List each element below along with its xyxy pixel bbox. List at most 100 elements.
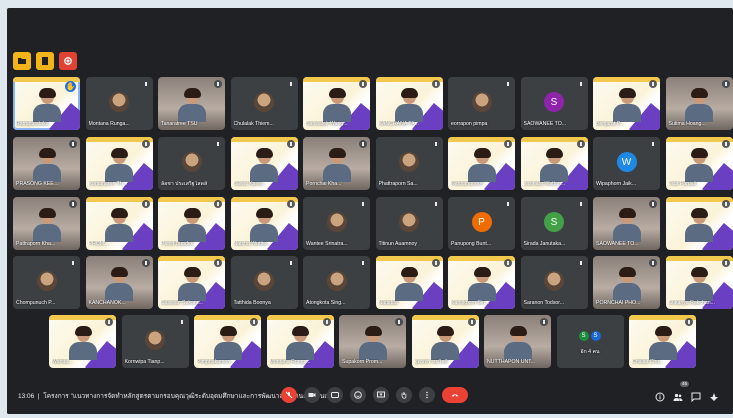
participant-video <box>105 267 133 303</box>
mic-muted-icon <box>685 318 693 326</box>
mic-off-icon[interactable] <box>281 387 297 403</box>
participant-video <box>685 148 713 184</box>
participant-video <box>467 267 496 303</box>
participant-tile[interactable]: KANCHANOK... <box>85 256 153 309</box>
meeting-window: ✋ Ratrabarstaka Montana Runga... Tanaratree… <box>7 8 733 414</box>
folder-icon[interactable] <box>13 52 31 70</box>
participant-video <box>395 267 423 303</box>
participant-tile[interactable]: Phattraporn Sa... <box>375 137 443 190</box>
participant-tile[interactable]: Benjarat P... <box>593 77 660 130</box>
mic-muted-icon <box>540 318 548 326</box>
activities-icon[interactable] <box>709 389 719 401</box>
participant-tile[interactable]: Saowalak Wang... <box>303 77 370 130</box>
participant-tile[interactable]: eorrapon pimpa <box>448 77 515 130</box>
participant-tile[interactable]: PHOM... <box>85 197 153 250</box>
participant-name: Sawai Kaew... <box>233 181 267 187</box>
participant-tile[interactable]: อุดมพร สมใจดี <box>411 315 479 368</box>
chat-icon[interactable] <box>691 389 701 403</box>
participant-name: Chalita Chu... <box>632 359 664 365</box>
participant-tile[interactable]: Tida Paruati <box>665 137 733 190</box>
end-call-icon[interactable] <box>442 387 468 403</box>
participant-tile[interactable]: S SAOWANEE TO... <box>520 77 588 130</box>
participant-tile[interactable]: Montana Runga... <box>85 77 153 130</box>
emoji-icon[interactable] <box>350 387 366 403</box>
participant-tile[interactable]: Pimphakamon... <box>194 315 261 368</box>
participant-tile[interactable]: KANCHANA TA... <box>375 77 443 130</box>
mic-muted-icon <box>286 200 295 208</box>
participant-tile[interactable] <box>665 197 733 250</box>
participant-tile[interactable]: ล้อชา ประเสริฐโสดส์ <box>158 137 225 190</box>
participant-tile[interactable]: Sukanya Rakchan... <box>665 256 733 309</box>
participant-name: SAOWANEE TO... <box>523 121 567 127</box>
participant-tile[interactable]: Wantee Srinatra... <box>303 197 370 250</box>
present-icon[interactable] <box>373 387 389 403</box>
participant-tile[interactable]: Supakorn Prom... <box>339 315 406 368</box>
participant-name: Saranon Todsor... <box>523 300 565 306</box>
mic-muted-icon <box>576 200 585 208</box>
participant-tile[interactable]: Tatthida Boonya <box>230 256 298 309</box>
participant-name: Atongkota Sing... <box>306 300 346 306</box>
participant-tile[interactable]: Chulalak Thiem... <box>230 77 298 130</box>
participant-tile[interactable]: Sasiwan Sukara... <box>158 256 225 309</box>
more-options-icon[interactable] <box>419 387 435 403</box>
folder-icon[interactable] <box>36 52 54 70</box>
participant-tile[interactable]: ✋ Ratrabarstaka <box>13 77 80 130</box>
mic-muted-icon <box>431 259 440 267</box>
call-controls <box>281 387 468 403</box>
people-icon[interactable] <box>673 389 683 401</box>
mic-muted-icon <box>214 80 222 88</box>
mic-muted-icon <box>504 259 512 267</box>
participant-tile[interactable]: Kanokporn Sin... <box>448 256 515 309</box>
participant-tile[interactable]: W Wipaphorn Jaik... <box>593 137 660 190</box>
participant-tile[interactable]: Sutima Hoang... <box>665 77 733 130</box>
participant-tile[interactable]: Natcha Wuttiw... <box>230 197 298 250</box>
mic-muted-icon <box>467 318 476 326</box>
participant-tile[interactable]: Sawai Kaew... <box>230 137 298 190</box>
participant-tile[interactable]: Atongkota Sing... <box>303 256 370 309</box>
participant-tile[interactable]: sasinara Wattan... <box>520 137 588 190</box>
participant-tile[interactable]: Pornchai Kha... <box>303 137 370 190</box>
participant-tile[interactable]: Montana Rungs... <box>266 315 334 368</box>
mic-muted-icon <box>359 259 367 267</box>
participant-tile[interactable]: Chompunuch P... <box>13 256 80 309</box>
participant-tile[interactable]: Titinun Auamnoy <box>375 197 443 250</box>
participant-tile[interactable]: S S อีก 4 คน <box>556 315 624 368</box>
participant-video <box>503 326 532 362</box>
participant-tile[interactable]: Kantanaree Th... <box>85 137 153 190</box>
participant-tile[interactable]: PORNCHAI PHO... <box>593 256 660 309</box>
avatar <box>471 92 492 112</box>
participant-name: Kanokporn Sin... <box>451 300 490 306</box>
participant-tile[interactable]: Natthananoon <box>448 137 515 190</box>
participant-tile[interactable]: SAOWANEE TO... <box>593 197 660 250</box>
mic-muted-icon <box>721 140 730 148</box>
camera-icon[interactable] <box>304 387 320 403</box>
participant-tile[interactable]: S Sirada Janutaka... <box>520 197 588 250</box>
participant-tile[interactable]: Nattidaa <box>375 256 443 309</box>
participant-tile[interactable]: Tanaratree TSU <box>158 77 225 130</box>
participant-name: Sasiwan Sukara... <box>161 300 203 306</box>
participant-tile[interactable]: Pattraporn Kha... <box>13 197 80 250</box>
participant-tile[interactable]: Panid Buadee <box>158 197 225 250</box>
mic-muted-icon <box>250 318 258 326</box>
participant-tile[interactable]: Chalita Chu... <box>629 315 696 368</box>
top-toolbar <box>13 52 77 72</box>
participant-name: Panupong Bunt... <box>451 241 492 247</box>
participant-tile[interactable]: P Panupong Bunt... <box>448 197 515 250</box>
avatar <box>326 271 347 291</box>
participant-tile[interactable]: Saranon Todsor... <box>520 256 588 309</box>
participant-tile[interactable]: Wanita... <box>49 315 116 368</box>
participant-tile[interactable]: PRASONG KEE... <box>13 137 80 190</box>
mic-muted-icon <box>721 80 730 88</box>
info-icon[interactable] <box>655 389 665 402</box>
captions-icon[interactable] <box>327 387 343 403</box>
participant-name: Supakorn Prom... <box>342 359 383 365</box>
participant-name: Ratrabarstaka <box>16 121 49 127</box>
participant-name: อุดมพร สมใจดี <box>414 359 448 365</box>
mic-muted-icon <box>504 80 512 88</box>
record-icon[interactable] <box>59 52 77 70</box>
participant-video <box>685 208 713 244</box>
participant-tile[interactable]: Kornwipa Tianp... <box>121 315 189 368</box>
mic-muted-icon <box>286 259 295 267</box>
participant-tile[interactable]: NUTTHAPON UNT... <box>484 315 551 368</box>
raise-hand-icon[interactable] <box>396 387 412 403</box>
